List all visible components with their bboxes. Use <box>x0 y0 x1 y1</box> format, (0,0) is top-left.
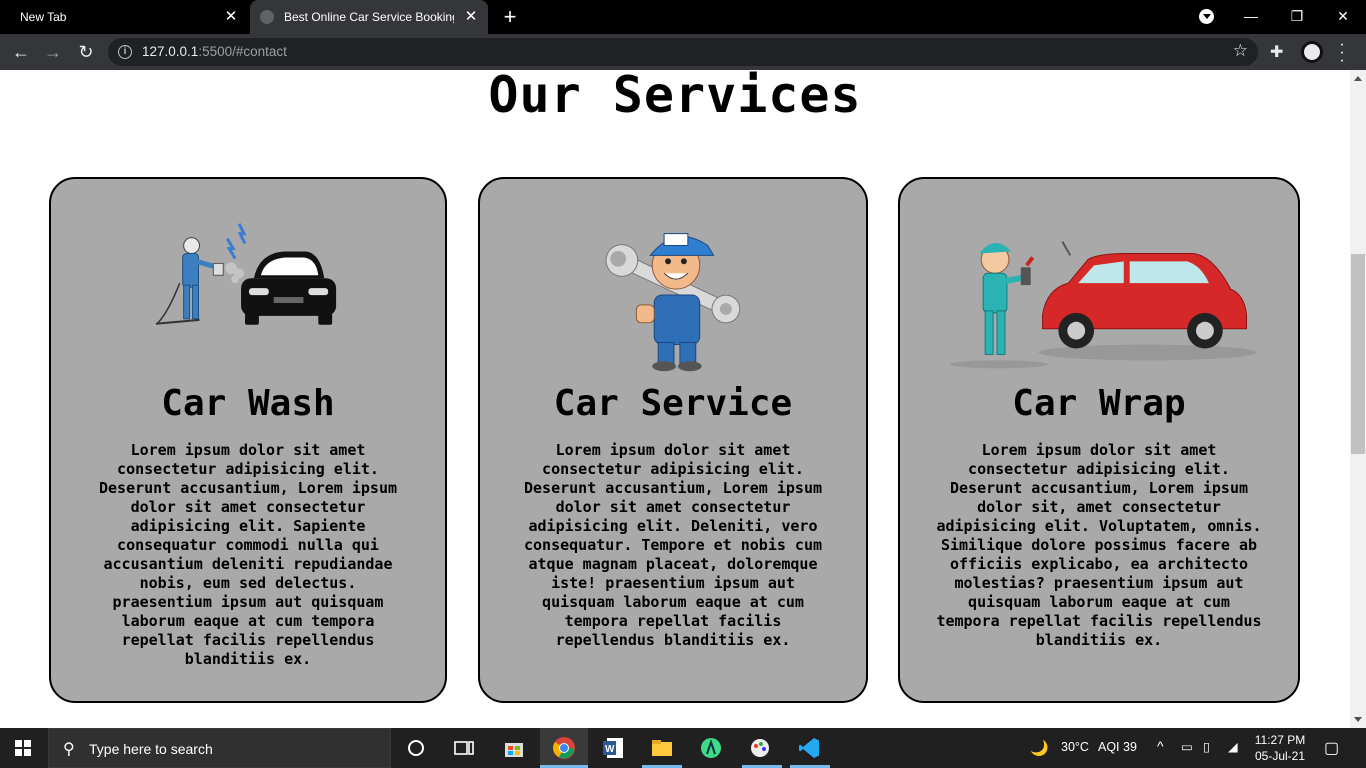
system-clock[interactable]: 11:27 PM 05-Jul-21 <box>1250 732 1310 764</box>
card-title: Car Service <box>553 383 793 424</box>
battery-icon[interactable]: ▭ <box>1181 739 1193 754</box>
vscode-icon[interactable] <box>797 736 821 760</box>
tab-search-icon[interactable] <box>1199 9 1214 24</box>
chevron-up-icon[interactable]: ^ <box>1157 738 1164 754</box>
car-wrap-illustration <box>949 241 1257 369</box>
url-host: 127.0.0.1 <box>142 44 199 59</box>
store-icon[interactable] <box>502 736 526 760</box>
car-wash-illustration <box>155 223 337 325</box>
svg-text:W: W <box>605 744 615 755</box>
service-card-car-wash: Car Wash Lorem ipsum dolor sit amet cons… <box>49 177 447 703</box>
page-title: Our Services <box>488 70 862 124</box>
tab-title: New Tab <box>20 10 67 24</box>
tab-new-tab[interactable]: New Tab ✕ <box>0 0 248 34</box>
word-icon[interactable]: W <box>601 736 625 760</box>
clock-time: 11:27 PM <box>1254 733 1306 747</box>
page-viewport: Our Services Car Wash Lorem ipsum dolor … <box>0 70 1350 728</box>
card-title: Car Wash <box>161 383 335 424</box>
card-description: Lorem ipsum dolor sit amet consectetur a… <box>523 441 822 649</box>
scroll-up-arrow-icon[interactable] <box>1354 76 1362 81</box>
volume-icon[interactable]: ◢ <box>1228 739 1238 754</box>
card-title: Car Wrap <box>1012 383 1186 424</box>
bookmark-star-icon[interactable]: ☆ <box>1233 41 1248 61</box>
browser-toolbar: ← → ↻ i 127.0.0.1:5500/#contact ☆ <box>0 34 1366 70</box>
extensions-puzzle-icon[interactable]: ✚ <box>1270 42 1283 62</box>
card-description: Lorem ipsum dolor sit amet consectetur a… <box>98 441 397 668</box>
windows-start-icon[interactable] <box>15 740 31 756</box>
forward-arrow-icon[interactable]: → <box>40 39 66 65</box>
taskbar-search-box[interactable]: ⚲ Type here to search <box>48 728 391 768</box>
minimize-button[interactable]: — <box>1228 0 1274 32</box>
search-icon: ⚲ <box>63 741 75 758</box>
url-path: :5500/#contact <box>198 44 287 59</box>
url-text[interactable]: 127.0.0.1:5500/#contact <box>142 44 287 59</box>
globe-icon <box>260 10 274 24</box>
profile-avatar[interactable] <box>1301 41 1323 63</box>
taskbar: ⚲ Type here to search W 🌙 30°C AQI 39 ^ … <box>0 728 1366 768</box>
reload-icon[interactable]: ↻ <box>73 39 99 65</box>
task-view-icon[interactable] <box>452 736 476 760</box>
new-tab-button[interactable]: + <box>498 4 522 30</box>
search-placeholder: Type here to search <box>89 741 213 757</box>
card-description: Lorem ipsum dolor sit amet consectetur a… <box>936 441 1262 649</box>
service-card-car-wrap: Car Wrap Lorem ipsum dolor sit amet cons… <box>898 177 1300 703</box>
window-close-button[interactable]: ✕ <box>1320 0 1366 32</box>
cortana-icon[interactable] <box>404 736 428 760</box>
weather-temp[interactable]: 30°C <box>1061 740 1089 754</box>
weather-moon-icon[interactable]: 🌙 <box>1030 739 1049 757</box>
notifications-icon[interactable]: ▢ <box>1324 738 1339 758</box>
android-studio-icon[interactable] <box>699 736 723 760</box>
paint-icon[interactable] <box>748 736 772 760</box>
more-menu-icon[interactable]: · · · <box>1337 35 1347 68</box>
info-icon[interactable]: i <box>118 45 132 59</box>
tab-title: Best Online Car Service Booking <box>284 10 454 24</box>
close-icon[interactable]: ✕ <box>462 8 480 26</box>
mechanic-illustration <box>605 233 741 372</box>
close-icon[interactable]: ✕ <box>222 8 240 26</box>
address-bar[interactable]: i 127.0.0.1:5500/#contact ☆ <box>108 38 1258 66</box>
service-card-car-service: Car Service Lorem ipsum dolor sit amet c… <box>478 177 868 703</box>
vertical-scrollbar[interactable] <box>1350 70 1366 728</box>
chrome-icon[interactable] <box>552 736 576 760</box>
scrollbar-thumb[interactable] <box>1351 254 1365 454</box>
tab-car-service[interactable]: Best Online Car Service Booking ✕ <box>250 0 488 34</box>
scroll-down-arrow-icon[interactable] <box>1354 717 1362 722</box>
file-explorer-icon[interactable] <box>650 736 674 760</box>
back-arrow-icon[interactable]: ← <box>8 39 34 65</box>
clock-date: 05-Jul-21 <box>1254 749 1306 763</box>
restore-button[interactable]: ❐ <box>1274 0 1320 32</box>
tab-strip: New Tab ✕ Best Online Car Service Bookin… <box>0 0 1366 34</box>
weather-aqi[interactable]: AQI 39 <box>1098 740 1137 754</box>
network-icon[interactable]: ▯ <box>1203 739 1210 754</box>
